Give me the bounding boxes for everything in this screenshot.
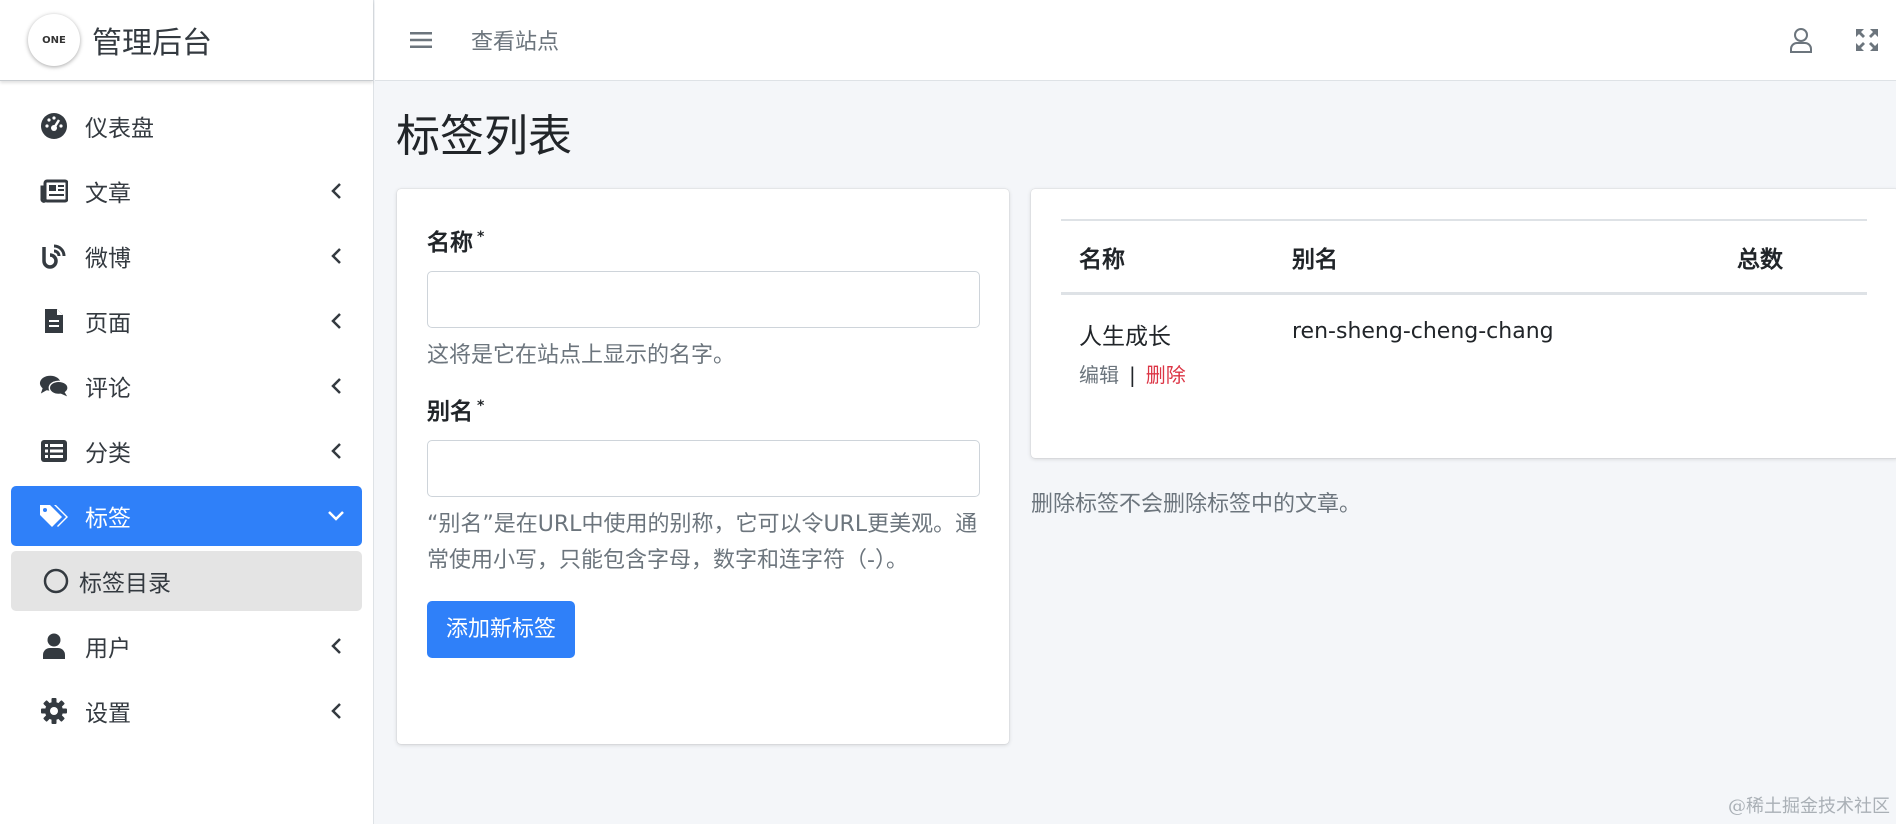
watermark: @稀土掘金技术社区 (1728, 796, 1890, 817)
sidebar-item-label: 分类 (85, 441, 131, 467)
chevron-left-icon (326, 441, 346, 461)
circle-icon (41, 566, 71, 596)
action-separator: | (1129, 363, 1136, 387)
name-help: 这将是它在站点上显示的名字。 (427, 343, 736, 368)
gear-icon (39, 696, 69, 726)
tag-table: 名称 别名 总数 人生成长 编辑 | 删除 ren-sheng-cheng-chan… (1061, 219, 1867, 388)
topbar-actions (1786, 25, 1896, 55)
sidebar-item-pages[interactable]: 页面 (11, 291, 362, 351)
sidebar-item-label: 设置 (85, 701, 131, 727)
topbar: 查看站点 (375, 0, 1896, 81)
sidebar-item-label: 微博 (85, 246, 131, 272)
delete-note: 删除标签不会删除标签中的文章。 (1031, 492, 1362, 517)
sidebar-item-label: 页面 (85, 311, 131, 337)
sidebar-item-label: 文章 (85, 181, 131, 207)
add-tag-button[interactable]: 添加新标签 (427, 601, 576, 658)
chevron-left-icon (326, 181, 346, 201)
brand-title: 管理后台 (92, 26, 212, 61)
tag-name: 人生成长 (1079, 324, 1171, 350)
required-mark: * (477, 229, 485, 246)
fullscreen-icon[interactable] (1852, 25, 1882, 55)
name-label-text: 名称 (427, 230, 473, 256)
sidebar-item-comments[interactable]: 评论 (11, 356, 362, 416)
tag-cell: 人生成长 编辑 | 删除 (1061, 317, 1292, 388)
delete-link[interactable]: 删除 (1146, 363, 1186, 387)
tag-name-input[interactable] (427, 271, 980, 328)
sidebar-item-dashboard[interactable]: 仪表盘 (11, 96, 362, 156)
sidebar-item-label: 评论 (85, 376, 131, 402)
user-icon[interactable] (1786, 25, 1816, 55)
column-header-slug[interactable]: 别名 (1292, 240, 1737, 274)
sidebar-item-tag-directory[interactable]: 标签目录 (11, 551, 362, 611)
edit-link[interactable]: 编辑 (1079, 363, 1119, 387)
sidebar-item-microblog[interactable]: 微博 (11, 226, 362, 286)
sidebar-item-settings[interactable]: 设置 (11, 681, 362, 741)
menu-toggle-icon[interactable] (409, 28, 433, 52)
column-header-count[interactable]: 总数 (1737, 240, 1867, 274)
slug-label-text: 别名 (427, 399, 473, 425)
sidebar-item-categories[interactable]: 分类 (11, 421, 362, 481)
slug-help: “别名”是在URL中使用的别称，它可以令URL更美观。通常使用小写，只能包含字母… (427, 512, 978, 573)
newspaper-icon (39, 176, 69, 206)
sidebar-item-posts[interactable]: 文章 (11, 161, 362, 221)
chevron-left-icon (326, 701, 346, 721)
brand[interactable]: ONE 管理后台 (0, 0, 373, 81)
sidebar-item-label: 用户 (85, 636, 131, 662)
dashboard-icon (39, 111, 69, 141)
slug-label: 别名 * (427, 392, 979, 426)
chevron-left-icon (326, 246, 346, 266)
tag-slug-input[interactable] (427, 440, 980, 497)
sidebar-item-tags[interactable]: 标签 (11, 486, 362, 546)
tag-slug: ren-sheng-cheng-chang (1292, 319, 1554, 344)
chevron-left-icon (326, 376, 346, 396)
column-header-name[interactable]: 名称 (1061, 240, 1292, 274)
brand-logo: ONE (28, 14, 80, 66)
table-row: 人生成长 编辑 | 删除 ren-sheng-cheng-chang (1061, 295, 1867, 388)
required-mark: * (477, 398, 485, 415)
row-actions: 编辑 | 删除 (1079, 359, 1292, 388)
comments-icon (39, 371, 69, 401)
table-header: 名称 别名 总数 (1061, 221, 1867, 295)
tag-table-card: 名称 别名 总数 人生成长 编辑 | 删除 ren-sheng-cheng-chan… (1031, 189, 1896, 458)
page-title: 标签列表 (396, 111, 572, 162)
sidebar-item-label: 仪表盘 (85, 116, 154, 142)
view-site-link[interactable]: 查看站点 (471, 24, 559, 56)
sidebar-nav: 仪表盘 文章 微博 页面 评论 分类 标签 标签目录 用户 设置 (0, 81, 373, 741)
file-icon (39, 306, 69, 336)
add-tag-form: 名称 * 这将是它在站点上显示的名字。 别名 * “别名”是在URL中使用的别称，它… (397, 189, 1009, 744)
chevron-left-icon (326, 311, 346, 331)
sidebar-item-label: 标签目录 (79, 571, 171, 597)
sidebar-item-label: 标签 (85, 506, 131, 532)
sidebar: ONE 管理后台 仪表盘 文章 微博 页面 评论 分类 标签 标签目录 用户 设… (0, 0, 374, 824)
tags-icon (39, 501, 69, 531)
name-label: 名称 * (427, 223, 979, 257)
list-icon (39, 436, 69, 466)
sidebar-item-users[interactable]: 用户 (11, 616, 362, 676)
chevron-down-icon (326, 506, 346, 526)
blog-icon (39, 241, 69, 271)
chevron-left-icon (326, 636, 346, 656)
user-icon (39, 631, 69, 661)
